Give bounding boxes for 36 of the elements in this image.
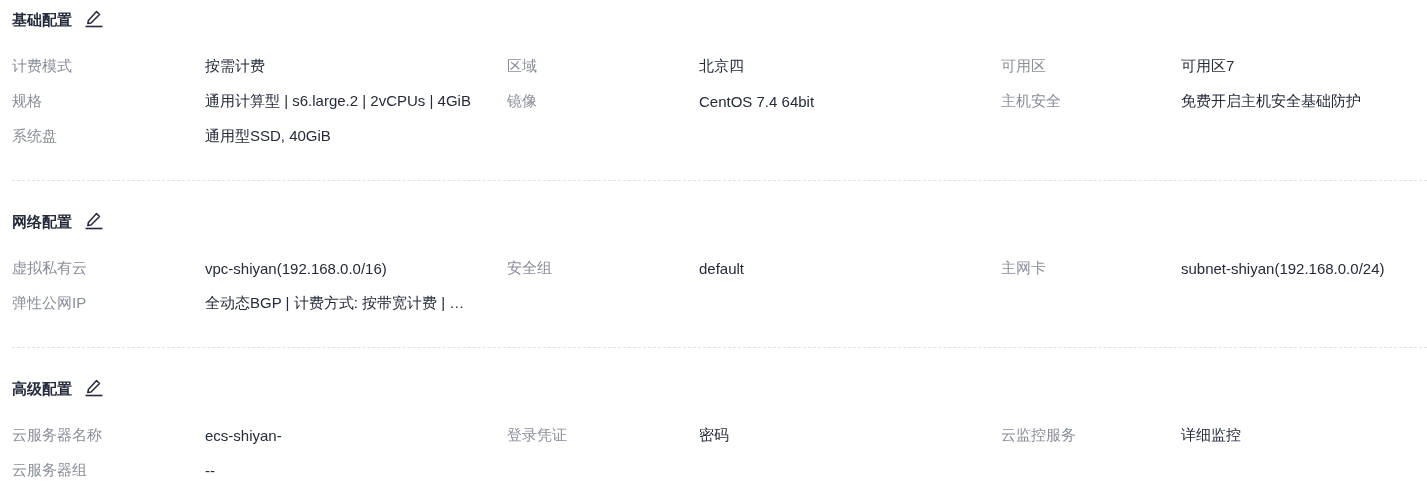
field-value: 免费开启主机安全基础防护 — [1181, 92, 1362, 111]
section-title: 网络配置 — [12, 212, 72, 232]
field-value: 按需计费 — [205, 57, 266, 76]
field-value: 全动态BGP | 计费方式: 按带宽计费 | … — [205, 294, 466, 313]
field-value: vpc-shiyan(192.168.0.0/16) — [205, 260, 388, 277]
field-label: 登录凭证 — [507, 426, 568, 445]
field-value: 可用区7 — [1181, 57, 1236, 76]
field-label: 主网卡 — [1001, 259, 1047, 278]
field-label: 云服务器组 — [12, 461, 88, 480]
edit-icon[interactable] — [84, 377, 104, 397]
field-label: 主机安全 — [1001, 92, 1062, 111]
field-label: 规格 — [12, 92, 43, 111]
section-title: 高级配置 — [12, 379, 72, 399]
field-label: 系统盘 — [12, 127, 58, 146]
field-label: 区域 — [507, 57, 538, 76]
field-value: subnet-shiyan(192.168.0.0/24) — [1181, 260, 1386, 277]
field-label: 计费模式 — [12, 57, 73, 76]
section-title: 基础配置 — [12, 10, 72, 30]
edit-icon[interactable] — [84, 210, 104, 230]
field-value: 北京四 — [699, 57, 745, 76]
field-label: 弹性公网IP — [12, 294, 88, 313]
field-label: 可用区 — [1001, 57, 1047, 76]
field-value: 详细监控 — [1181, 426, 1242, 445]
field-value: 通用计算型 | s6.large.2 | 2vCPUs | 4GiB — [205, 92, 472, 111]
field-label: 安全组 — [507, 259, 553, 278]
edit-icon[interactable] — [84, 8, 104, 28]
field-value: -- — [205, 462, 216, 479]
field-value: ecs-shiyan- — [205, 427, 283, 444]
field-label: 镜像 — [507, 92, 538, 111]
field-value: CentOS 7.4 64bit — [699, 93, 816, 110]
field-value: 通用型SSD, 40GiB — [205, 127, 332, 146]
field-label: 云监控服务 — [1001, 426, 1077, 445]
field-label: 云服务器名称 — [12, 426, 103, 445]
field-label: 虚拟私有云 — [12, 259, 88, 278]
field-value: 密码 — [699, 426, 730, 445]
field-value: default — [699, 260, 746, 277]
